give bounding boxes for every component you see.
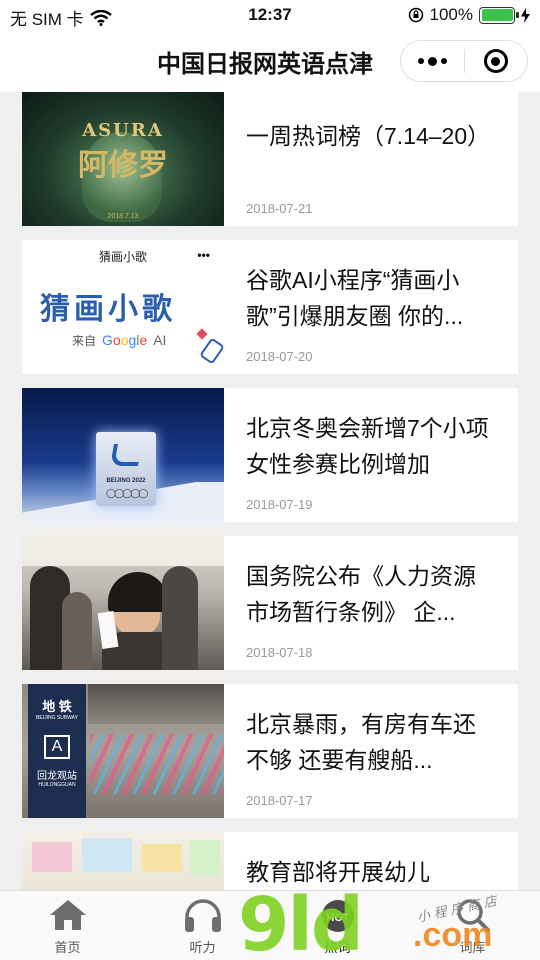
article-card[interactable]: 国务院公布《人力资源市场暂行条例》 企... 2018-07-18 (22, 536, 518, 670)
charging-icon (521, 7, 530, 23)
beijing-2022-text: BEIJING 2022 (106, 478, 146, 484)
guess-header: 猜画小歌 (98, 250, 147, 264)
hot-icon: HOT (316, 895, 360, 935)
article-thumbnail (22, 832, 224, 890)
subway-sign-text: 地 铁 (42, 699, 72, 714)
more-dots-icon: ••• (197, 248, 210, 262)
status-bar: 无 SIM 卡 12:37 100% (0, 0, 540, 30)
article-card[interactable]: 地 铁 BEIJING SUBWAY A 回龙观站 HUILONGGUAN 北京… (22, 684, 518, 818)
olympic-rings: ◯◯◯◯◯ (106, 488, 148, 498)
tab-listening[interactable]: 听力 (135, 891, 270, 960)
tab-label: 热词 (324, 940, 351, 955)
tab-vocabulary[interactable]: 词库 (405, 891, 540, 960)
google-logo: Google (102, 332, 148, 348)
station-name-english: HUILONGGUAN (38, 782, 76, 788)
article-title: 北京冬奥会新增7个小项 女性参赛比例增加 (246, 415, 489, 477)
article-card[interactable]: ASURA 阿修罗 2018.7.13 一周热词榜（7.14–20） 2018-… (22, 92, 518, 226)
nav-bar: 中国日报网英语点津 (0, 30, 540, 92)
station-name: 回龙观站 (37, 771, 77, 782)
asura-date: 2018.7.13 (107, 213, 139, 220)
miniprogram-capsule (400, 40, 528, 82)
headphones-icon (181, 895, 225, 935)
battery-percent: 100% (429, 5, 473, 24)
article-thumbnail: ASURA 阿修罗 2018.7.13 (22, 92, 224, 226)
asura-chinese-title: 阿修罗 (78, 148, 168, 183)
tab-home[interactable]: 首页 (0, 891, 135, 960)
from-label: 来自 (72, 334, 97, 348)
article-thumbnail: 地 铁 BEIJING SUBWAY A 回龙观站 HUILONGGUAN (22, 684, 224, 818)
subway-sign: 地 铁 BEIJING SUBWAY A 回龙观站 HUILONGGUAN (28, 684, 86, 818)
subway-sign-english: BEIJING SUBWAY (36, 715, 78, 721)
article-title: 一周热词榜（7.14–20） (246, 123, 491, 149)
article-title: 教育部将开展幼儿 (246, 859, 430, 885)
article-card[interactable]: 猜画小歌 ••• 猜画小歌 来自 Google AI 谷歌AI小程序“猜画小歌”… (22, 240, 518, 374)
hot-badge-text: HOT (326, 912, 350, 924)
google-ai-line: 来自 Google AI (72, 332, 166, 349)
tab-label: 听力 (189, 940, 216, 955)
article-thumbnail (22, 536, 224, 670)
asura-text: ASURA (82, 120, 164, 141)
tab-hot-words[interactable]: HOT 热词 (270, 891, 405, 960)
article-title: 北京暴雨，有房有车还不够 还要有艘船... (246, 711, 476, 773)
article-thumbnail: BEIJING 2022 ◯◯◯◯◯ (22, 388, 224, 522)
beijing-2022-emblem (110, 444, 142, 466)
close-target-icon (483, 49, 508, 73)
article-date: 2018-07-20 (246, 349, 313, 364)
tab-label: 词库 (459, 940, 486, 955)
article-title: 谷歌AI小程序“猜画小歌”引爆朋友圈 你的... (246, 267, 464, 329)
home-icon (46, 895, 90, 935)
article-date: 2018-07-19 (246, 497, 313, 512)
close-miniprogram-button[interactable] (465, 41, 528, 81)
article-card[interactable]: 教育部将开展幼儿 (22, 832, 518, 890)
station-exit-letter: A (44, 735, 70, 759)
article-date: 2018-07-18 (246, 645, 313, 660)
search-icon (451, 895, 495, 935)
guess-title: 猜画小歌 (40, 293, 176, 326)
article-thumbnail: 猜画小歌 ••• 猜画小歌 来自 Google AI (22, 240, 224, 374)
more-dots-icon (417, 56, 447, 66)
more-button[interactable] (401, 41, 464, 81)
article-date: 2018-07-17 (246, 793, 313, 808)
tab-label: 首页 (54, 940, 81, 955)
tab-bar: 首页 听力 HOT 热词 词库 (0, 890, 540, 960)
orientation-lock-icon (408, 7, 423, 23)
article-title: 国务院公布《人力资源市场暂行条例》 企... (246, 563, 476, 625)
article-list: ASURA 阿修罗 2018.7.13 一周热词榜（7.14–20） 2018-… (0, 92, 540, 890)
ai-label: AI (153, 332, 167, 348)
battery-icon (479, 6, 519, 24)
article-card[interactable]: BEIJING 2022 ◯◯◯◯◯ 北京冬奥会新增7个小项 女性参赛比例增加 … (22, 388, 518, 522)
article-date: 2018-07-21 (246, 201, 313, 216)
